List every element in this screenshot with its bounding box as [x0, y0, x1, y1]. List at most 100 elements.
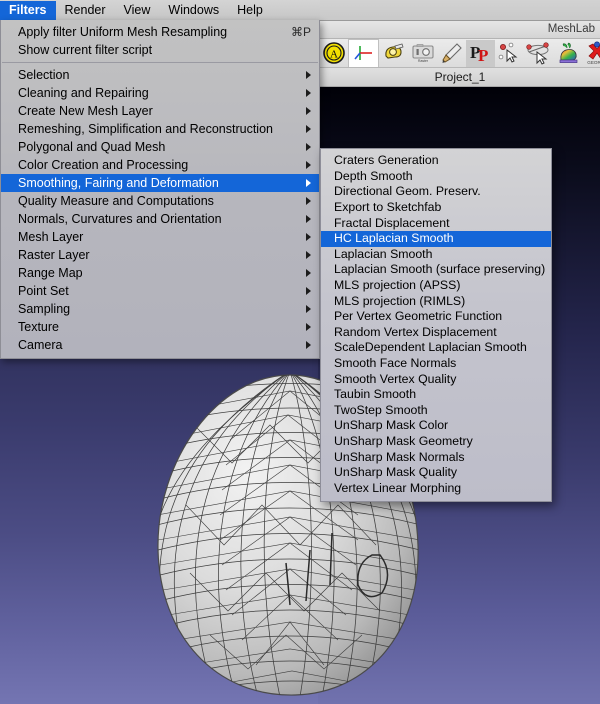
menubar-item-help[interactable]: Help — [228, 1, 272, 20]
menu-item-normals-curvatures-and-orientation[interactable]: Normals, Curvatures and Orientation — [1, 210, 319, 228]
menu-item-selection[interactable]: Selection — [1, 66, 319, 84]
chevron-right-icon — [306, 71, 311, 79]
menu-item-polygonal-and-quad-mesh[interactable]: Polygonal and Quad Mesh — [1, 138, 319, 156]
submenu-item-directional-geom-preserv[interactable]: Directional Geom. Preserv. — [321, 184, 551, 200]
menu-item-label: Texture — [18, 320, 59, 334]
menubar-item-filters[interactable]: Filters — [0, 0, 56, 20]
chevron-right-icon — [306, 125, 311, 133]
menu-item-cleaning-and-repairing[interactable]: Cleaning and Repairing — [1, 84, 319, 102]
menu-item-create-new-mesh-layer[interactable]: Create New Mesh Layer — [1, 102, 319, 120]
chevron-right-icon — [306, 251, 311, 259]
menu-item-label: Polygonal and Quad Mesh — [18, 140, 166, 154]
toolbar-button-picked-points[interactable]: P P — [466, 39, 495, 67]
menu-item-camera[interactable]: Camera — [1, 336, 319, 354]
raster-alignment-camera-icon: Raster — [411, 44, 434, 63]
menu-item-remeshing-simplification[interactable]: Remeshing, Simplification and Reconstruc… — [1, 120, 319, 138]
chevron-right-icon — [306, 269, 311, 277]
submenu-item-hc-laplacian-smooth[interactable]: HC Laplacian Smooth — [321, 230, 551, 247]
toolbar-button-align-mesh[interactable]: A — [319, 40, 348, 67]
submenu-item-per-vertex-geometric-function[interactable]: Per Vertex Geometric Function — [321, 309, 551, 325]
menu-item-apply-filter[interactable]: Apply filter Uniform Mesh Resampling ⌘P — [1, 23, 319, 41]
project-tab[interactable]: Project_1 — [421, 70, 500, 84]
submenu-item-unsharp-mask-normals[interactable]: UnSharp Mask Normals — [321, 449, 551, 465]
menu-item-label: Color Creation and Processing — [18, 158, 189, 172]
menu-item-label: Raster Layer — [18, 248, 90, 262]
menu-item-show-filter-script[interactable]: Show current filter script — [1, 41, 319, 59]
menu-item-label: Remeshing, Simplification and Reconstruc… — [18, 122, 273, 136]
menu-item-point-set[interactable]: Point Set — [1, 282, 319, 300]
submenu-item-twostep-smooth[interactable]: TwoStep Smooth — [321, 403, 551, 419]
menu-item-texture[interactable]: Texture — [1, 318, 319, 336]
submenu-item-random-vertex-displacement[interactable]: Random Vertex Displacement — [321, 325, 551, 341]
submenu-item-smooth-face-normals[interactable]: Smooth Face Normals — [321, 356, 551, 372]
edit-references-icon — [525, 42, 549, 65]
submenu-item-smooth-vertex-quality[interactable]: Smooth Vertex Quality — [321, 371, 551, 387]
svg-text:GEOREF: GEOREF — [587, 60, 600, 65]
submenu-item-craters-generation[interactable]: Craters Generation — [321, 153, 551, 169]
menu-item-label: Mesh Layer — [18, 230, 84, 244]
main-toolbar: A Raster P P GEOR — [319, 39, 600, 68]
menubar-item-render[interactable]: Render — [56, 1, 115, 20]
submenu-item-vertex-linear-morphing[interactable]: Vertex Linear Morphing — [321, 480, 551, 496]
submenu-item-fractal-displacement[interactable]: Fractal Displacement — [321, 215, 551, 231]
menu-item-color-creation-and-processing[interactable]: Color Creation and Processing — [1, 156, 319, 174]
menu-item-shortcut: ⌘P — [290, 25, 311, 39]
chevron-right-icon — [306, 179, 311, 187]
chevron-right-icon — [306, 341, 311, 349]
submenu-item-export-to-sketchfab[interactable]: Export to Sketchfab — [321, 200, 551, 216]
submenu-item-unsharp-mask-quality[interactable]: UnSharp Mask Quality — [321, 465, 551, 481]
chevron-right-icon — [306, 107, 311, 115]
svg-text:Raster: Raster — [418, 59, 429, 63]
svg-text:A: A — [330, 49, 338, 61]
menu-item-smoothing-fairing-and-deformation[interactable]: Smoothing, Fairing and Deformation — [1, 174, 319, 192]
axis-gizmo-icon — [353, 46, 372, 60]
submenu-item-laplacian-smooth[interactable]: Laplacian Smooth — [321, 247, 551, 263]
meshlab-application-window: MeshLab A Raster P P GEOR Project_1 Filt… — [0, 0, 600, 704]
toolbar-button-edit-references[interactable] — [524, 40, 553, 67]
menu-item-label: Quality Measure and Computations — [18, 194, 214, 208]
chevron-right-icon — [306, 323, 311, 331]
submenu-item-mls-projection-apss[interactable]: MLS projection (APSS) — [321, 278, 551, 294]
menu-item-label: Camera — [18, 338, 63, 352]
window-title: MeshLab — [547, 23, 595, 35]
submenu-item-depth-smooth[interactable]: Depth Smooth — [321, 169, 551, 185]
submenu-item-unsharp-mask-geometry[interactable]: UnSharp Mask Geometry — [321, 434, 551, 450]
menubar-item-view[interactable]: View — [115, 1, 160, 20]
rainbow-bunny-icon — [559, 42, 577, 63]
chevron-right-icon — [306, 215, 311, 223]
menu-item-label: Show current filter script — [18, 43, 153, 57]
chevron-right-icon — [306, 89, 311, 97]
menubar-item-windows[interactable]: Windows — [159, 1, 228, 20]
toolbar-button-georef[interactable]: GEOREF — [582, 40, 600, 67]
submenu-item-taubin-smooth[interactable]: Taubin Smooth — [321, 387, 551, 403]
menu-item-quality-measure-and-computations[interactable]: Quality Measure and Computations — [1, 192, 319, 210]
toolbar-button-measuring-tape[interactable] — [379, 40, 408, 67]
title-bar: MeshLab — [319, 21, 600, 39]
menu-bar: Filters Render View Windows Help — [0, 0, 320, 20]
toolbar-button-raster-alignment[interactable]: Raster — [408, 40, 437, 67]
chevron-right-icon — [306, 197, 311, 205]
submenu-item-unsharp-mask-color[interactable]: UnSharp Mask Color — [321, 418, 551, 434]
menu-item-label: Selection — [18, 68, 70, 82]
toolbar-button-axis-gizmo[interactable] — [348, 39, 379, 67]
toolbar-button-rainbow-bunny[interactable] — [553, 40, 582, 67]
toolbar-button-point-picker[interactable] — [495, 40, 524, 67]
measuring-tape-icon — [384, 43, 404, 59]
menu-item-range-map[interactable]: Range Map — [1, 264, 319, 282]
toolbar-button-paintbrush[interactable] — [437, 40, 466, 67]
chevron-right-icon — [306, 233, 311, 241]
menu-item-mesh-layer[interactable]: Mesh Layer — [1, 228, 319, 246]
filters-dropdown-menu: Apply filter Uniform Mesh Resampling ⌘P … — [0, 20, 320, 359]
menu-item-raster-layer[interactable]: Raster Layer — [1, 246, 319, 264]
submenu-item-mls-projection-rimls[interactable]: MLS projection (RIMLS) — [321, 293, 551, 309]
viewport-3d-lower[interactable] — [0, 305, 318, 704]
paintbrush-icon — [441, 43, 462, 63]
menu-item-label: Apply filter Uniform Mesh Resampling — [18, 25, 228, 39]
menu-item-label: Point Set — [18, 284, 69, 298]
point-picker-icon — [498, 42, 517, 63]
submenu-item-scaledependent-laplacian-smooth[interactable]: ScaleDependent Laplacian Smooth — [321, 340, 551, 356]
menu-item-sampling[interactable]: Sampling — [1, 300, 319, 318]
menu-item-label: Range Map — [18, 266, 83, 280]
submenu-item-laplacian-smooth-surface-preserving[interactable]: Laplacian Smooth (surface preserving) — [321, 262, 551, 278]
menu-item-label: Cleaning and Repairing — [18, 86, 149, 100]
